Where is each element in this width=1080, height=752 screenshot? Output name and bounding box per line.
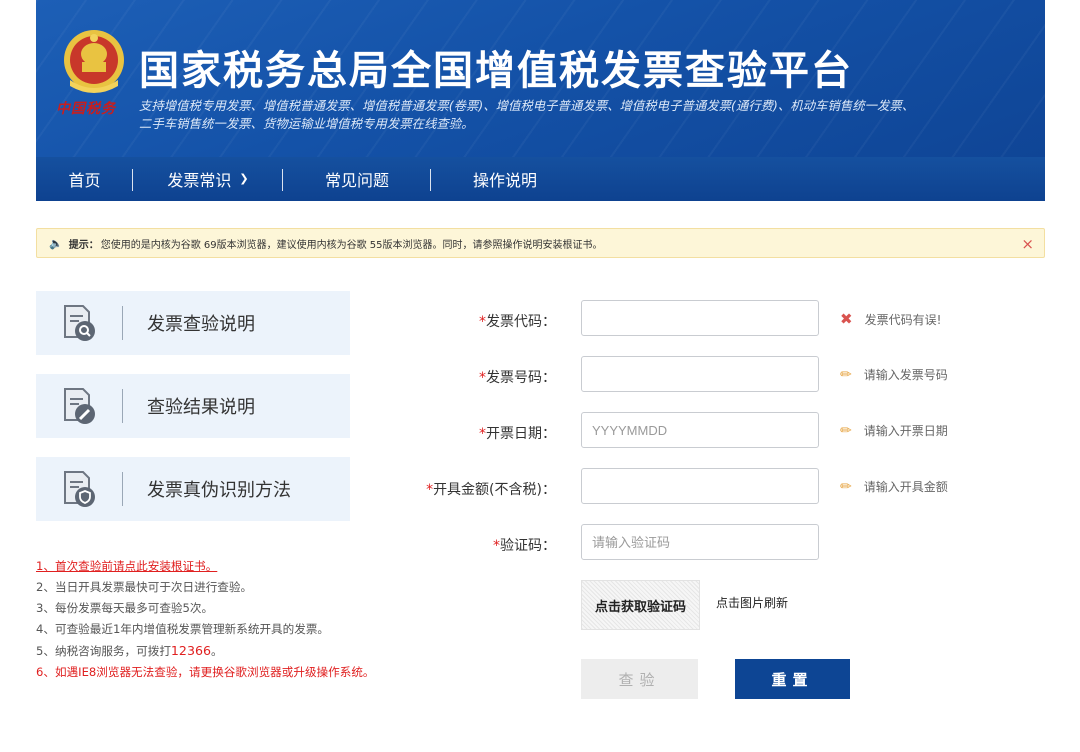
invoice-amount-label: *开具金额(不含税)： <box>426 479 556 499</box>
nav-label: 发票常识 <box>167 171 232 190</box>
note-6: 6、如遇IE8浏览器无法查验，请更换谷歌浏览器或升级操作系统。 <box>36 665 375 679</box>
tax-emblem-logo <box>64 30 124 93</box>
invoice-number-label: *发票号码： <box>479 367 556 387</box>
invoice-number-hint: ✏ 请输入发票号码 <box>840 366 948 383</box>
invoice-amount-hint: ✏ 请输入开具金额 <box>840 478 948 495</box>
browser-tip-bar: 🔈 提示： 您使用的是内核为谷歌 69版本浏览器，建议使用内核为谷歌 55版本浏… <box>36 228 1045 258</box>
required-mark: * <box>426 482 434 498</box>
document-shield-icon <box>36 457 122 521</box>
card-label: 发票查验说明 <box>147 314 255 335</box>
note-5-suffix: 。 <box>211 644 223 658</box>
pencil-icon: ✏ <box>840 422 852 439</box>
card-divider <box>122 306 123 340</box>
hint-text: 请输入开票日期 <box>863 424 948 438</box>
error-x-icon: ✖ <box>840 310 853 328</box>
nav-item-instructions[interactable]: 操作说明 <box>431 157 579 201</box>
label-text: 开票日期： <box>486 426 556 442</box>
hint-text: 发票代码有误! <box>864 312 942 327</box>
note-5: 5、纳税咨询服务，可拨打12366。 <box>36 640 396 662</box>
invoice-date-hint: ✏ 请输入开票日期 <box>840 422 948 439</box>
tip-text: 您使用的是内核为谷歌 69版本浏览器，建议使用内核为谷歌 55版本浏览器。同时，… <box>100 239 603 251</box>
note-2: 2、当日开具发票最快可于次日进行查验。 <box>36 580 253 594</box>
label-text: 开具金额(不含税)： <box>433 482 556 498</box>
invoice-date-input[interactable] <box>581 412 819 448</box>
notes-list: 1、首次查验前请点此安装根证书。 2、当日开具发票最快可于次日进行查验。 3、每… <box>36 556 396 683</box>
hint-text: 请输入开具金额 <box>863 480 948 494</box>
card-label: 查验结果说明 <box>147 397 255 418</box>
captcha-image[interactable]: 点击获取验证码 <box>581 580 700 630</box>
note-install-cert-link[interactable]: 1、首次查验前请点此安装根证书。 <box>36 556 396 577</box>
nav-label: 常见问题 <box>324 171 389 190</box>
invoice-number-input[interactable] <box>581 356 819 392</box>
nav-item-home[interactable]: 首页 <box>36 157 133 201</box>
pencil-icon: ✏ <box>840 366 852 383</box>
captcha-refresh-link[interactable]: 点击图片刷新 <box>716 594 788 611</box>
invoice-amount-input[interactable] <box>581 468 819 504</box>
card-divider <box>122 472 123 506</box>
invoice-code-input[interactable] <box>581 300 819 336</box>
tip-label: 提示： <box>68 239 99 251</box>
label-text: 发票号码： <box>486 370 556 386</box>
label-text: 发票代码： <box>486 314 556 330</box>
card-invoice-check-guide[interactable]: 发票查验说明 <box>36 291 350 355</box>
nav-label: 操作说明 <box>472 171 537 190</box>
document-edit-icon <box>36 374 122 438</box>
label-text: 验证码： <box>500 538 556 554</box>
card-label: 发票真伪识别方法 <box>147 480 291 501</box>
required-mark: * <box>493 538 500 554</box>
site-subtitle: 支持增值税专用发票、增值税普通发票、增值税普通发票(卷票)、增值税电子普通发票、… <box>139 97 1039 133</box>
main-nav: 首页 发票常识 ❯ 常见问题 操作说明 <box>36 157 1045 201</box>
invoice-code-label: *发票代码： <box>479 311 556 331</box>
site-header: 中国税务 国家税务总局全国增值税发票查验平台 支持增值税专用发票、增值税普通发票… <box>36 0 1045 157</box>
chevron-down-icon: ❯ <box>239 171 249 185</box>
note-3: 3、每份发票每天最多可查验5次。 <box>36 601 214 615</box>
card-check-result-guide[interactable]: 查验结果说明 <box>36 374 350 438</box>
speaker-icon: 🔈 <box>49 236 63 250</box>
invoice-date-label: *开票日期： <box>479 423 556 443</box>
note-4: 4、可查验最近1年内增值税发票管理新系统开具的发票。 <box>36 622 330 636</box>
captcha-input[interactable] <box>581 524 819 560</box>
check-button[interactable]: 查验 <box>581 659 698 699</box>
site-subtitle-line2: 二手车销售统一发票、货物运输业增值税专用发票在线查验。 <box>139 116 474 131</box>
required-mark: * <box>479 314 486 330</box>
site-subtitle-line1: 支持增值税专用发票、增值税普通发票、增值税普通发票(卷票)、增值税电子普通发票、… <box>139 98 915 113</box>
invoice-code-hint: ✖ 发票代码有误! <box>840 310 941 328</box>
nav-item-faq[interactable]: 常见问题 <box>283 157 431 201</box>
note-1-text[interactable]: 1、首次查验前请点此安装根证书。 <box>36 559 217 573</box>
document-search-icon <box>36 291 122 355</box>
nav-item-invoice-knowledge[interactable]: 发票常识 ❯ <box>133 157 283 201</box>
nav-label: 首页 <box>68 171 101 190</box>
emblem-caption: 中国税务 <box>56 101 116 117</box>
site-title: 国家税务总局全国增值税发票查验平台 <box>139 48 853 94</box>
pencil-icon: ✏ <box>840 478 852 495</box>
hint-text: 请输入发票号码 <box>863 368 948 382</box>
card-divider <box>122 389 123 423</box>
captcha-label: *验证码： <box>493 535 556 555</box>
reset-button[interactable]: 重置 <box>735 659 850 699</box>
card-authenticity-methods[interactable]: 发票真伪识别方法 <box>36 457 350 521</box>
close-icon[interactable]: × <box>1021 235 1034 253</box>
required-mark: * <box>479 370 486 386</box>
required-mark: * <box>479 426 486 442</box>
note-5-text: 5、纳税咨询服务，可拨打 <box>36 644 171 658</box>
hotline-number: 12366 <box>170 643 211 658</box>
